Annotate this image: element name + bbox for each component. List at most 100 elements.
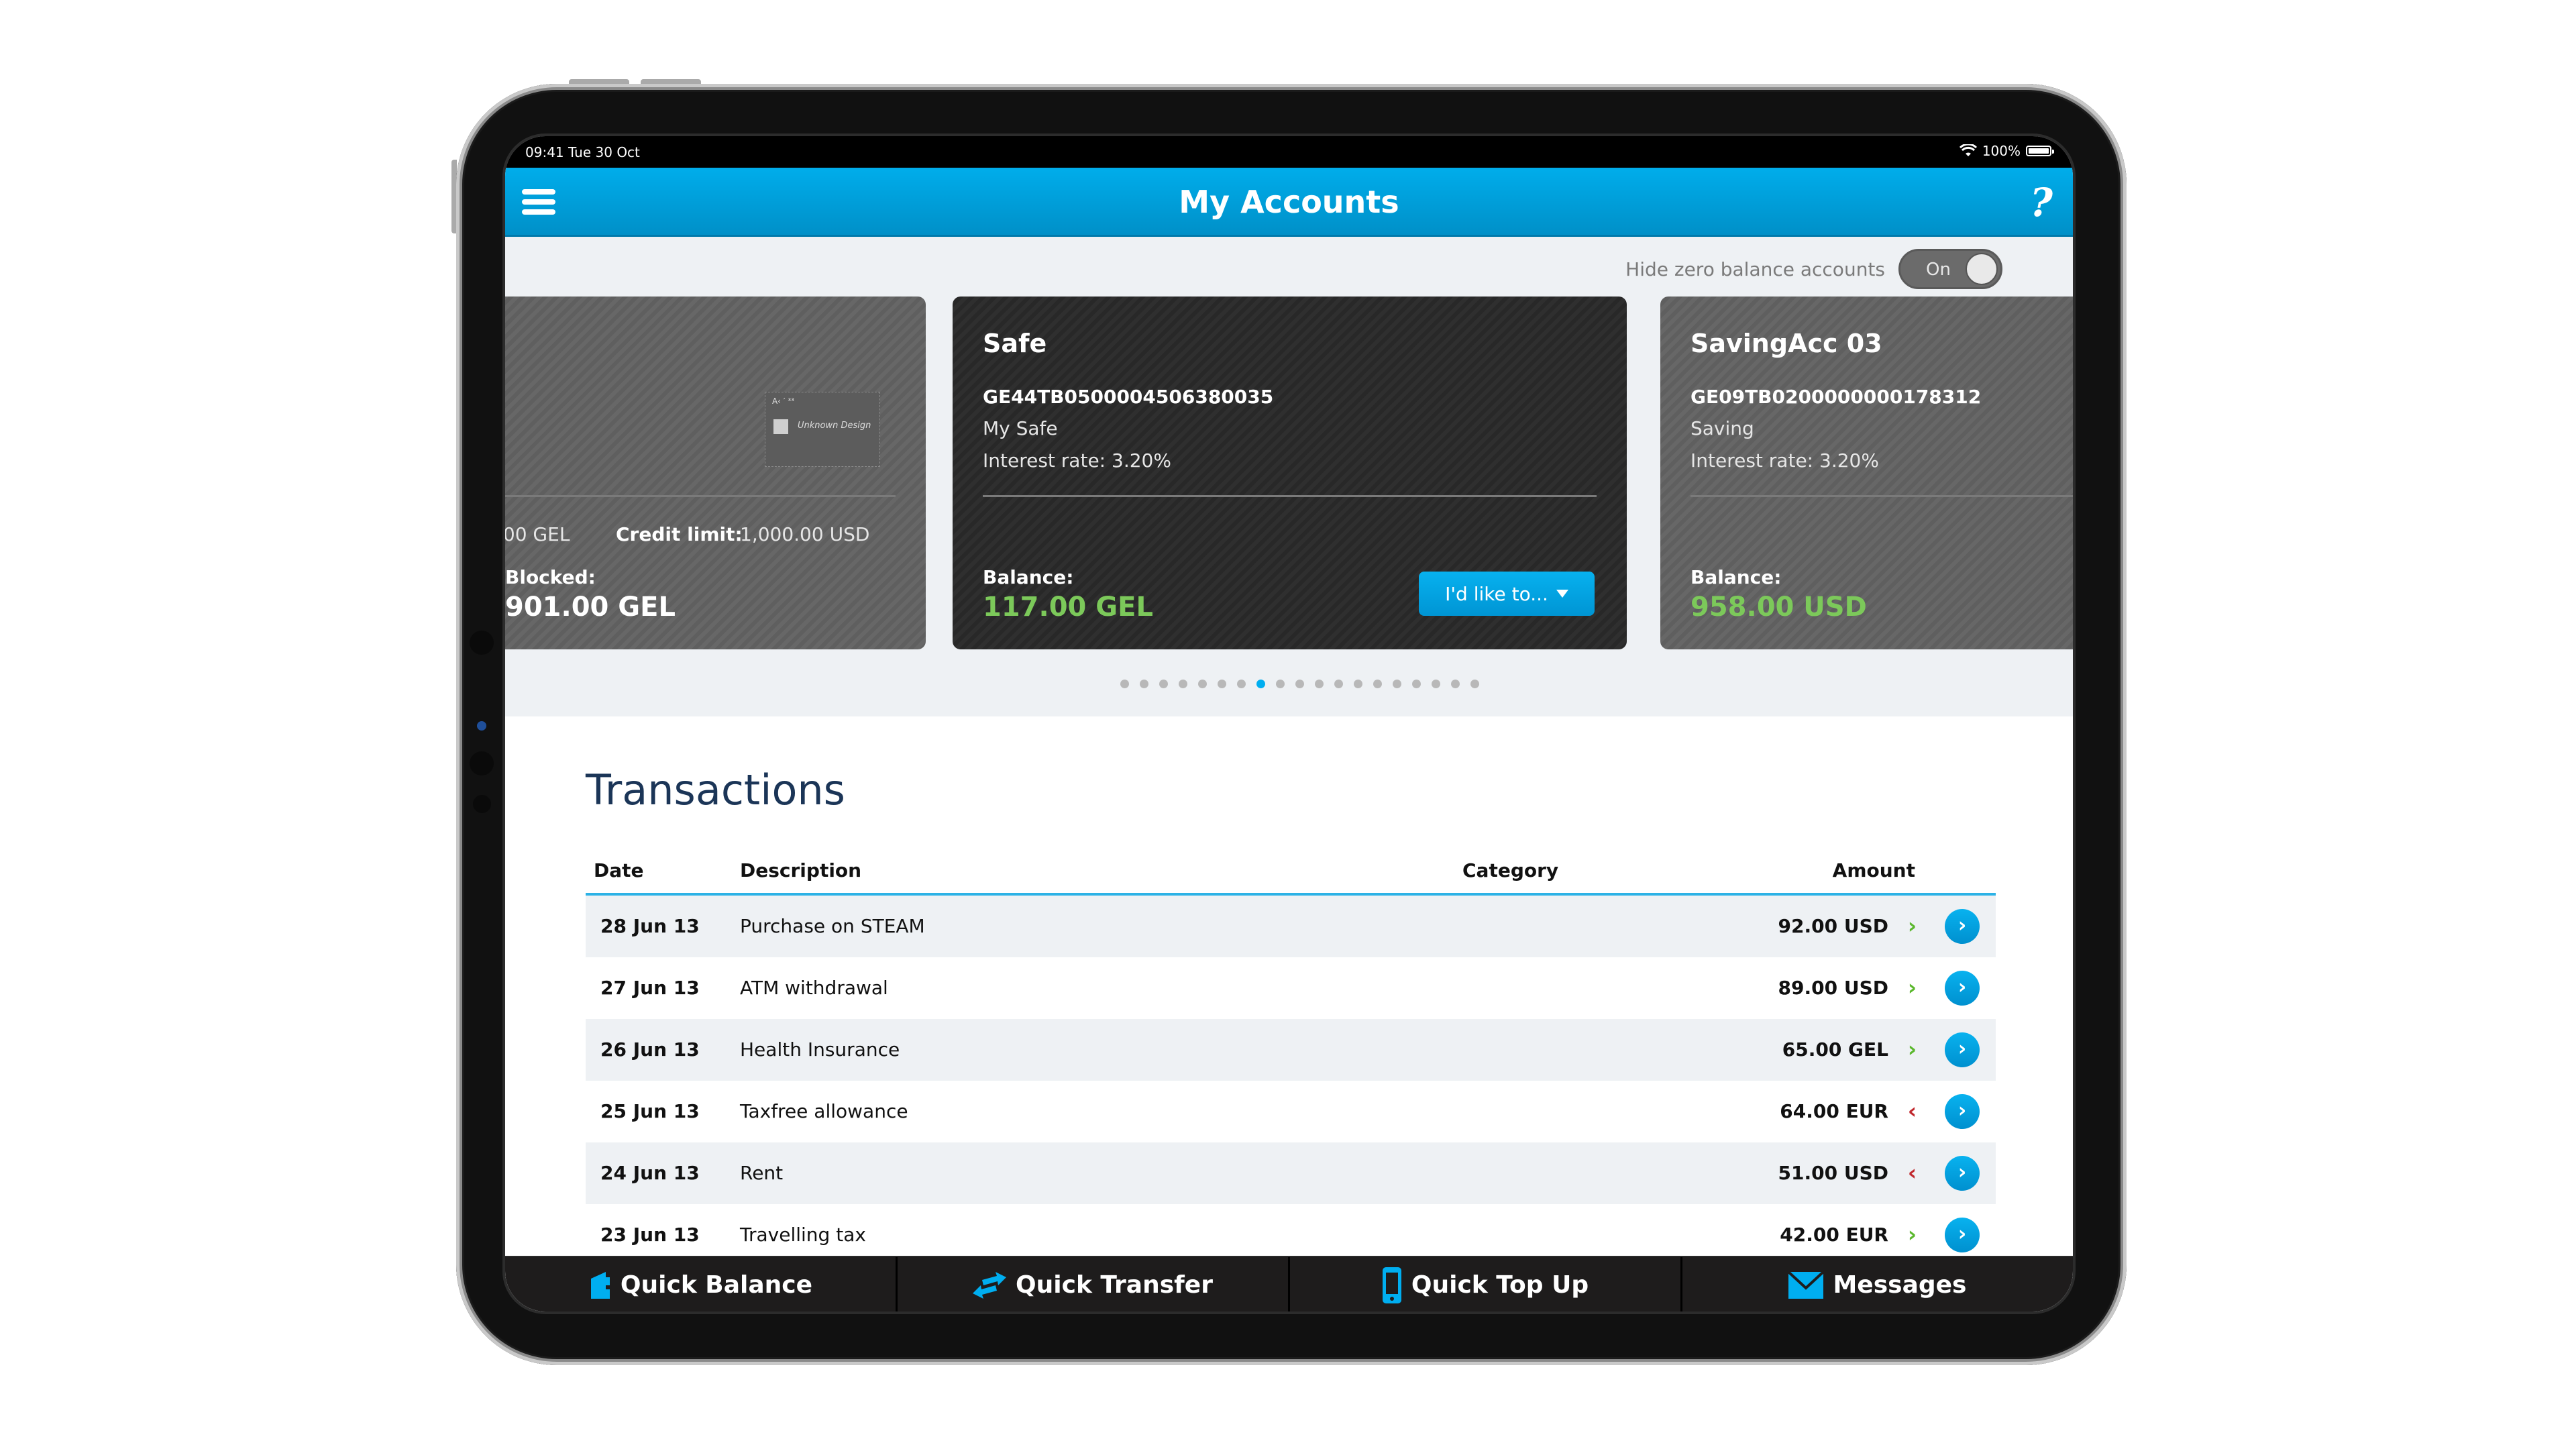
transaction-details-button[interactable]: ›	[1945, 1218, 1980, 1252]
incoming-arrow-icon: ›	[1907, 1036, 1917, 1062]
account-type: My Safe	[983, 417, 1058, 439]
column-amount[interactable]: Amount	[1833, 859, 1915, 881]
toggle-knob	[1966, 253, 1998, 285]
column-description[interactable]: Description	[740, 859, 861, 881]
account-iban: GE44TB0500004506380035	[983, 386, 1274, 408]
transfer-arrows-icon	[973, 1271, 1007, 1299]
balance-value: 117.00 GEL	[983, 592, 1153, 623]
incoming-arrow-icon: ›	[1907, 913, 1917, 938]
account-type: Saving	[1690, 417, 1754, 439]
transactions-table: Date Description Category Amount 28 Jun …	[586, 841, 1996, 1266]
pagination-dot[interactable]	[1432, 680, 1440, 688]
outgoing-arrow-icon: ‹	[1907, 1160, 1917, 1185]
camera-icon	[470, 631, 494, 655]
transaction-details-button[interactable]: ›	[1945, 1094, 1980, 1129]
account-card-safe[interactable]: Safe GE44TB0500004506380035 My Safe Inte…	[953, 297, 1627, 649]
pagination-dot[interactable]	[1276, 680, 1285, 688]
column-date[interactable]: Date	[594, 859, 644, 881]
credit-limit-value: 1,000.00 USD	[740, 523, 870, 545]
transaction-amount: 89.00 USD	[1778, 977, 1888, 999]
transactions-title: Transactions	[586, 765, 845, 814]
pagination-dot[interactable]	[1373, 680, 1382, 688]
id-like-to-label: I'd like to...	[1445, 582, 1548, 605]
transaction-description: Purchase on STEAM	[740, 915, 925, 937]
phone-icon	[1382, 1267, 1401, 1303]
transaction-row[interactable]: 24 Jun 13 Rent 51.00 USD ‹ ›	[586, 1142, 1996, 1204]
blocked-value: 901.00 GEL	[505, 592, 676, 623]
account-card-credit[interactable]: A‹ ′ ³³ Unknown Design .00 GEL Credit li…	[505, 297, 926, 649]
account-card-saving[interactable]: SavingAcc 03 GE09TB0200000000178312 Savi…	[1660, 297, 2073, 649]
incoming-arrow-icon: ›	[1907, 975, 1917, 1000]
tab-label: Quick Balance	[620, 1271, 813, 1299]
tab-quick-transfer[interactable]: Quick Transfer	[898, 1257, 1290, 1311]
page-title: My Accounts	[1179, 184, 1399, 220]
transaction-row[interactable]: 28 Jun 13 Purchase on STEAM 92.00 USD › ›	[586, 896, 1996, 957]
tab-quick-balance[interactable]: Quick Balance	[505, 1257, 898, 1311]
credit-limit-label: Credit limit:	[616, 523, 743, 545]
card-divider	[983, 495, 1597, 497]
transaction-date: 26 Jun 13	[600, 1038, 700, 1061]
pagination-dot[interactable]	[1412, 680, 1421, 688]
account-iban: GE09TB0200000000178312	[1690, 386, 1982, 408]
transaction-description: Taxfree allowance	[740, 1100, 908, 1122]
pagination-dot[interactable]	[1315, 680, 1324, 688]
sensor-icon	[473, 795, 491, 813]
tab-quick-top-up[interactable]: Quick Top Up	[1290, 1257, 1682, 1311]
hide-zero-balance-toggle[interactable]: On	[1898, 249, 2002, 289]
account-name: SavingAcc 03	[1690, 329, 1882, 358]
interest-rate: Interest rate: 3.20%	[1690, 449, 1879, 472]
transaction-amount: 42.00 EUR	[1780, 1224, 1888, 1246]
incoming-arrow-icon: ›	[1907, 1222, 1917, 1247]
pagination-dot[interactable]	[1295, 680, 1304, 688]
pagination-dot[interactable]	[1198, 680, 1207, 688]
pagination-dot[interactable]	[1393, 680, 1401, 688]
battery-percent: 100%	[1982, 143, 2021, 159]
blocked-label: Blocked:	[505, 566, 596, 588]
app-header: My Accounts ?	[505, 168, 2073, 237]
carousel-pagination	[1120, 680, 1479, 688]
wifi-icon	[1959, 144, 1977, 156]
pagination-dot[interactable]	[1334, 680, 1343, 688]
tab-label: Quick Transfer	[1016, 1271, 1213, 1299]
pagination-dot[interactable]	[1140, 680, 1148, 688]
status-time: 09:41 Tue 30 Oct	[525, 144, 640, 160]
transaction-details-button[interactable]: ›	[1945, 1032, 1980, 1067]
help-button[interactable]: ?	[2030, 180, 2053, 225]
transaction-row[interactable]: 26 Jun 13 Health Insurance 65.00 GEL › ›	[586, 1019, 1996, 1081]
wallet-icon	[590, 1271, 610, 1299]
interest-rate: Interest rate: 3.20%	[983, 449, 1171, 472]
transaction-amount: 51.00 USD	[1778, 1162, 1888, 1184]
transaction-details-button[interactable]: ›	[1945, 971, 1980, 1006]
transaction-date: 24 Jun 13	[600, 1162, 700, 1184]
outgoing-arrow-icon: ‹	[1907, 1098, 1917, 1124]
transactions-panel: Transactions Date Description Category A…	[505, 716, 2073, 1311]
pagination-dot[interactable]	[1120, 680, 1129, 688]
pagination-dot[interactable]	[1179, 680, 1187, 688]
transaction-row[interactable]: 27 Jun 13 ATM withdrawal 89.00 USD › ›	[586, 957, 1996, 1019]
card-available-amount: .00 GEL	[505, 523, 570, 545]
transaction-amount: 92.00 USD	[1778, 915, 1888, 937]
transaction-description: Travelling tax	[740, 1224, 866, 1246]
pagination-dot[interactable]	[1159, 680, 1168, 688]
tab-label: Messages	[1833, 1271, 1967, 1299]
transaction-date: 28 Jun 13	[600, 915, 700, 937]
transaction-amount: 64.00 EUR	[1780, 1100, 1888, 1122]
pagination-dot[interactable]	[1470, 680, 1479, 688]
pagination-dot[interactable]	[1218, 680, 1226, 688]
tab-label: Quick Top Up	[1411, 1271, 1589, 1299]
transaction-details-button[interactable]: ›	[1945, 909, 1980, 944]
account-name: Safe	[983, 329, 1047, 358]
caret-down-icon	[1556, 590, 1568, 598]
pagination-dot[interactable]	[1451, 680, 1460, 688]
envelope-icon	[1788, 1271, 1824, 1299]
tab-messages[interactable]: Messages	[1682, 1257, 2073, 1311]
pagination-dot-active[interactable]	[1256, 680, 1265, 688]
transaction-row[interactable]: 25 Jun 13 Taxfree allowance 64.00 EUR ‹ ›	[586, 1081, 1996, 1142]
id-like-to-dropdown[interactable]: I'd like to...	[1419, 572, 1595, 616]
transaction-details-button[interactable]: ›	[1945, 1156, 1980, 1191]
transaction-description: Rent	[740, 1162, 784, 1184]
column-category[interactable]: Category	[1462, 859, 1558, 881]
pagination-dot[interactable]	[1354, 680, 1362, 688]
transaction-description: Health Insurance	[740, 1038, 900, 1061]
pagination-dot[interactable]	[1237, 680, 1246, 688]
